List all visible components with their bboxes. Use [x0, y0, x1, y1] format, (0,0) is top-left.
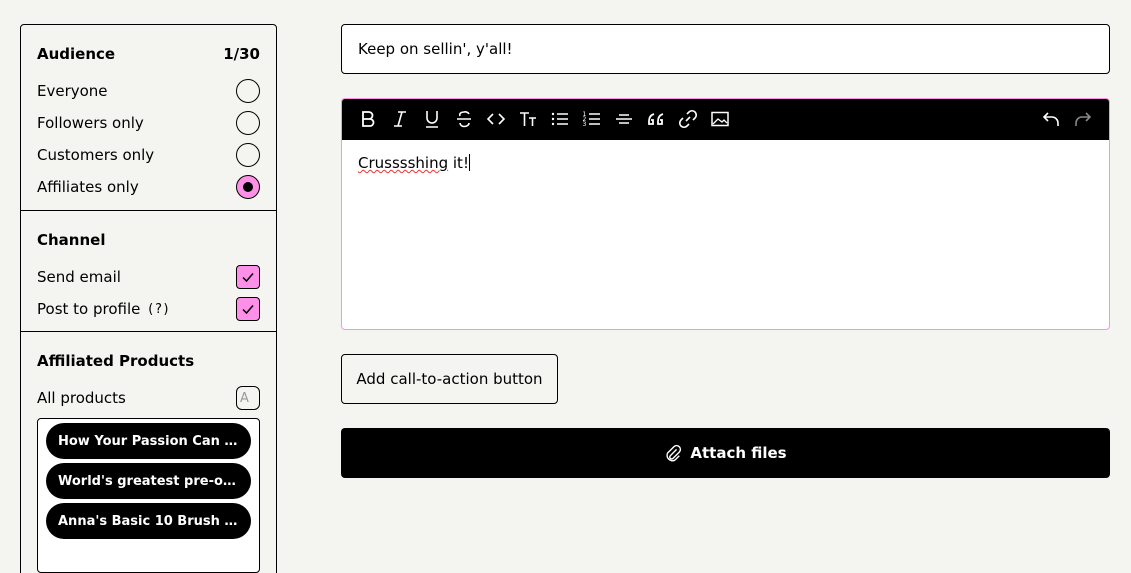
audience-option-label: Affiliates only — [37, 178, 139, 196]
help-icon[interactable]: (?) — [147, 299, 170, 319]
misspelled-word: Crusssshing — [358, 154, 449, 172]
all-products-label: All products — [37, 389, 126, 407]
send-email-checkbox[interactable] — [236, 265, 260, 289]
attach-files-button[interactable]: Attach files — [341, 428, 1110, 478]
post-title-value: Keep on sellin', y'all! — [358, 40, 513, 58]
product-pill[interactable]: World's greatest pre-order product — [46, 463, 251, 499]
redo-icon[interactable] — [1067, 103, 1099, 135]
product-pill-label: How Your Passion Can Become a Business — [58, 433, 239, 449]
link-icon[interactable] — [672, 103, 704, 135]
product-pill[interactable]: Anna's Basic 10 Brush Set for Procreate — [46, 503, 251, 539]
italic-icon[interactable] — [384, 103, 416, 135]
radio-button[interactable] — [236, 111, 260, 135]
rich-text-editor: 123 Crusssshing it! — [341, 98, 1110, 330]
audience-header: Audience 1/30 — [37, 43, 260, 65]
attach-files-label: Attach files — [690, 444, 787, 462]
audience-option-label: Customers only — [37, 146, 155, 164]
affiliated-products-heading: Affiliated Products — [37, 352, 195, 370]
add-cta-button[interactable]: Add call-to-action button — [341, 354, 558, 404]
product-pill-label: Anna's Basic 10 Brush Set for Procreate — [58, 513, 239, 529]
audience-option-label: Everyone — [37, 82, 108, 100]
horizontal-rule-icon[interactable] — [608, 103, 640, 135]
strikethrough-icon[interactable] — [448, 103, 480, 135]
product-pill-label: World's greatest pre-order product — [58, 473, 239, 489]
undo-icon[interactable] — [1035, 103, 1067, 135]
numbered-list-icon[interactable]: 123 — [576, 103, 608, 135]
radio-button-selected[interactable] — [236, 175, 260, 199]
image-icon[interactable] — [704, 103, 736, 135]
product-selector[interactable]: How Your Passion Can Become a Business W… — [37, 418, 260, 573]
all-products-row[interactable]: All products A — [37, 382, 260, 414]
audience-count: 1/30 — [223, 45, 260, 63]
audience-option-affiliates[interactable]: Affiliates only — [37, 171, 260, 203]
audience-option-everyone[interactable]: Everyone — [37, 75, 260, 107]
post-title-input[interactable]: Keep on sellin', y'all! — [341, 24, 1110, 74]
quote-icon[interactable] — [640, 103, 672, 135]
audience-heading: Audience — [37, 45, 116, 63]
all-products-toggle[interactable]: A — [236, 386, 260, 410]
audience-option-label: Followers only — [37, 114, 144, 132]
product-pill[interactable]: How Your Passion Can Become a Business — [46, 423, 251, 459]
send-email-label: Send email — [37, 268, 121, 286]
underline-icon[interactable] — [416, 103, 448, 135]
post-to-profile-label: Post to profile — [37, 300, 141, 318]
editor-content[interactable]: Crusssshing it! — [342, 139, 1109, 329]
body-text: it! — [448, 154, 469, 172]
channel-send-email[interactable]: Send email — [37, 261, 260, 293]
code-icon[interactable] — [480, 103, 512, 135]
audience-option-followers[interactable]: Followers only — [37, 107, 260, 139]
audience-section: Audience 1/30 Everyone Followers only Cu… — [21, 25, 276, 211]
bullet-list-icon[interactable] — [544, 103, 576, 135]
affiliated-products-section: Affiliated Products All products A How Y… — [21, 332, 276, 573]
text-caret — [468, 154, 470, 171]
paperclip-icon — [666, 444, 682, 462]
radio-button[interactable] — [236, 143, 260, 167]
channel-heading: Channel — [37, 231, 106, 249]
channel-header: Channel — [37, 229, 260, 251]
text-size-icon[interactable] — [512, 103, 544, 135]
settings-panel: Audience 1/30 Everyone Followers only Cu… — [20, 24, 277, 573]
channel-post-to-profile[interactable]: Post to profile (?) — [37, 293, 260, 325]
affiliated-products-header: Affiliated Products — [37, 350, 260, 372]
radio-button[interactable] — [236, 79, 260, 103]
svg-text:3: 3 — [583, 121, 587, 128]
channel-section: Channel Send email Post to profile (?) — [21, 211, 276, 332]
bold-icon[interactable] — [352, 103, 384, 135]
audience-option-customers[interactable]: Customers only — [37, 139, 260, 171]
checkmark-icon — [242, 305, 254, 315]
post-to-profile-checkbox[interactable] — [236, 297, 260, 321]
checkmark-icon — [242, 273, 254, 283]
editor-toolbar: 123 — [342, 99, 1109, 139]
